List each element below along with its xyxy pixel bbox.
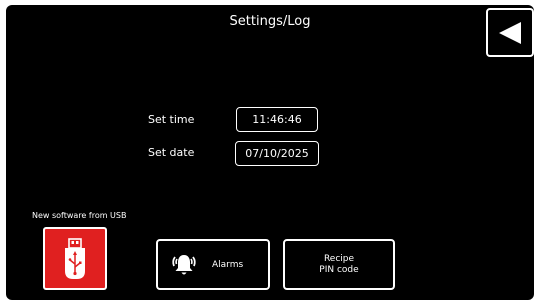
back-button[interactable] <box>486 8 534 57</box>
alarms-label: Alarms <box>212 259 244 270</box>
usb-stick-icon <box>65 237 85 279</box>
alarms-button[interactable]: Alarms <box>156 239 270 290</box>
usb-update-button[interactable] <box>43 227 107 290</box>
recipe-label-line2: PIN code <box>319 264 359 275</box>
set-time-label: Set time <box>148 113 195 126</box>
recipe-pin-code-button[interactable]: Recipe PIN code <box>283 239 395 290</box>
usb-caption: New software from USB <box>32 211 127 220</box>
recipe-label-line1: Recipe <box>323 253 355 264</box>
back-triangle-icon <box>499 21 521 44</box>
set-date-label: Set date <box>148 146 195 159</box>
hmi-screen: Settings/Log Set time 11:46:46 Set date … <box>6 5 534 300</box>
alarm-bell-icon <box>172 254 196 274</box>
page-title: Settings/Log <box>229 14 311 29</box>
date-field[interactable]: 07/10/2025 <box>235 141 319 166</box>
time-field[interactable]: 11:46:46 <box>236 107 318 132</box>
